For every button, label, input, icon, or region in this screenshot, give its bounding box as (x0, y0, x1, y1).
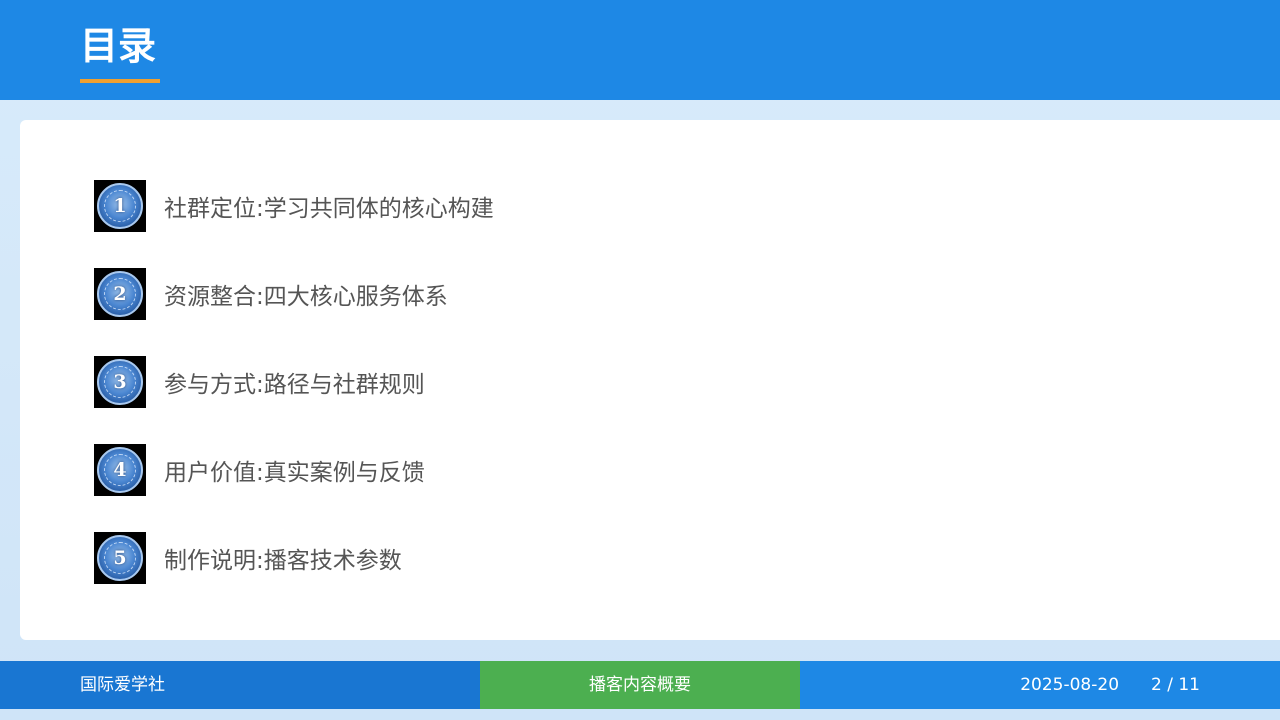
footer-meta: 2025-08-20 2 / 11 (800, 661, 1280, 709)
toc-item-label: 参与方式:路径与社群规则 (164, 372, 425, 398)
emblem-icon: 4 (97, 447, 143, 493)
toc-item-number: 3 (113, 371, 127, 393)
number-badge-icon: 3 (94, 356, 146, 408)
footer-date: 2025-08-20 (1020, 675, 1120, 695)
toc-item-label: 用户价值:真实案例与反馈 (164, 460, 425, 486)
toc-item-number: 1 (113, 195, 127, 217)
toc-item-5[interactable]: 5 制作说明:播客技术参数 (94, 532, 402, 584)
page-indicator: 2 / 11 (1151, 675, 1200, 695)
emblem-icon: 1 (97, 183, 143, 229)
emblem-icon: 5 (97, 535, 143, 581)
toc-item-4[interactable]: 4 用户价值:真实案例与反馈 (94, 444, 425, 496)
toc-card: 1 社群定位:学习共同体的核心构建 2 资源整合:四大核心服务体系 3 参与方式… (20, 120, 1280, 640)
number-badge-icon: 1 (94, 180, 146, 232)
toc-item-label: 制作说明:播客技术参数 (164, 548, 402, 574)
title-underline (80, 79, 160, 83)
toc-item-number: 4 (113, 459, 127, 481)
toc-item-number: 5 (113, 547, 127, 569)
footer-section-title: 播客内容概要 (480, 661, 800, 709)
footer-organization: 国际爱学社 (0, 661, 480, 709)
number-badge-icon: 5 (94, 532, 146, 584)
toc-item-3[interactable]: 3 参与方式:路径与社群规则 (94, 356, 425, 408)
toc-item-label: 资源整合:四大核心服务体系 (164, 284, 448, 310)
toc-item-number: 2 (113, 283, 127, 305)
emblem-icon: 3 (97, 359, 143, 405)
number-badge-icon: 2 (94, 268, 146, 320)
toc-item-label: 社群定位:学习共同体的核心构建 (164, 196, 494, 222)
emblem-icon: 2 (97, 271, 143, 317)
number-badge-icon: 4 (94, 444, 146, 496)
page-title: 目录 (80, 24, 157, 68)
footer-bar: 国际爱学社 播客内容概要 2025-08-20 2 / 11 (0, 661, 1280, 709)
header-bar: 目录 (0, 0, 1280, 100)
toc-item-2[interactable]: 2 资源整合:四大核心服务体系 (94, 268, 448, 320)
toc-item-1[interactable]: 1 社群定位:学习共同体的核心构建 (94, 180, 494, 232)
